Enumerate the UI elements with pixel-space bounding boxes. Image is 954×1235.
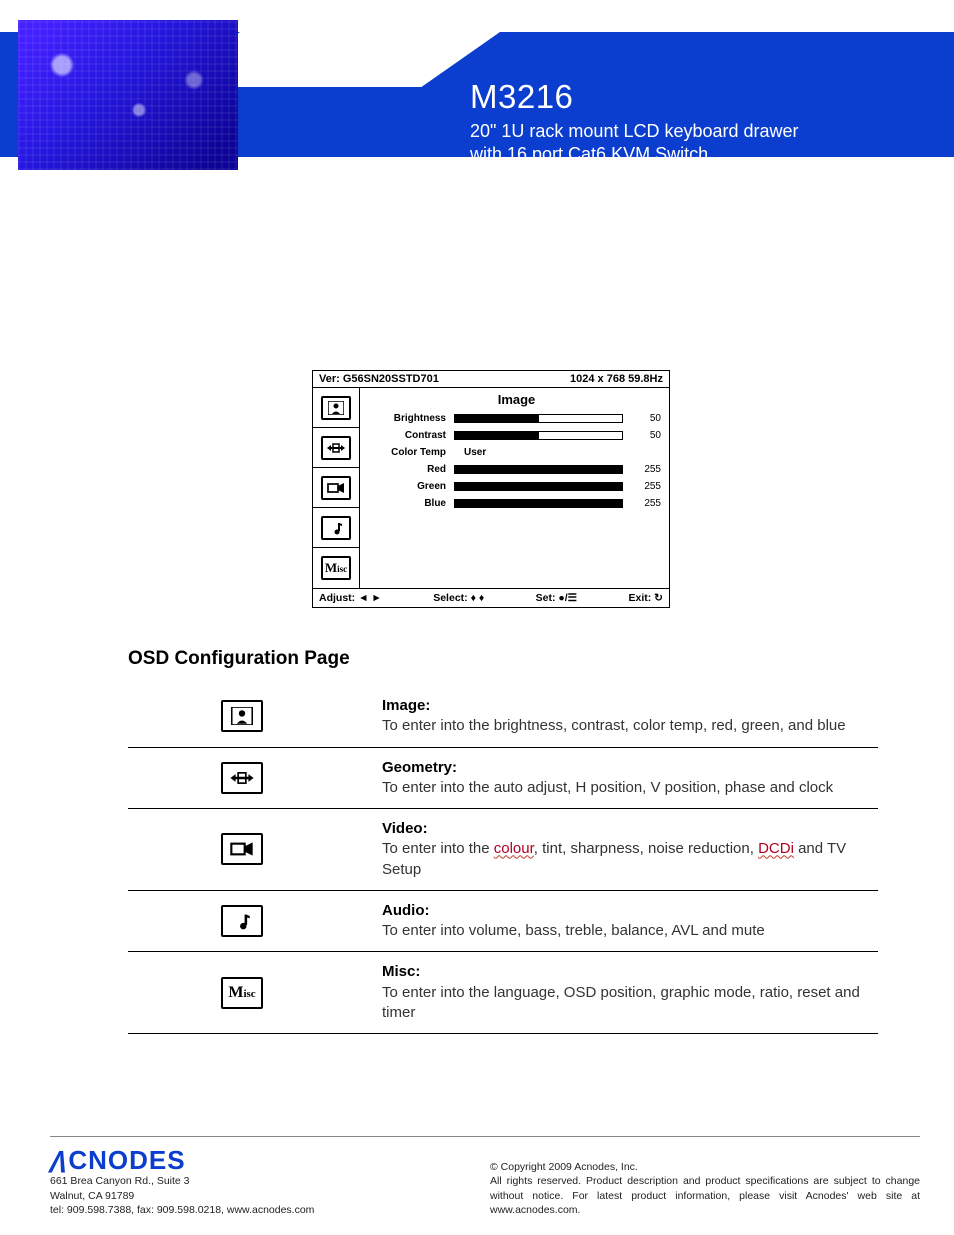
cfg-title: Video: <box>382 820 428 837</box>
osd-row-colortemp: Color Temp User <box>372 447 661 458</box>
cfg-title: Misc: <box>382 963 420 980</box>
osd-side-icons: Misc <box>313 388 360 588</box>
cfg-word-dcdi: DCDi <box>758 840 794 857</box>
cfg-row-video: Video: To enter into the colour, tint, s… <box>128 809 878 891</box>
misc-icon[interactable]: Misc <box>321 556 351 580</box>
blue-slider[interactable] <box>454 499 623 508</box>
osd-settings: Image Brightness 50 Contrast 50 Color Te… <box>360 388 669 588</box>
osd-version: Ver: G56SN20SSTD701 <box>319 373 439 385</box>
product-model: M3216 <box>470 78 573 116</box>
geometry-icon <box>221 762 263 794</box>
cfg-desc: To enter into the language, OSD position… <box>382 984 860 1021</box>
osd-resolution: 1024 x 768 59.8Hz <box>570 373 663 385</box>
green-value: 255 <box>631 481 661 492</box>
cfg-desc: To enter into the brightness, contrast, … <box>382 717 846 734</box>
section-heading: OSD Configuration Page <box>128 648 350 670</box>
geometry-icon[interactable] <box>321 436 351 460</box>
colortemp-label: Color Temp <box>372 447 446 458</box>
cfg-title: Geometry: <box>382 759 457 776</box>
osd-hint-set: Set: ●/☰ <box>536 592 577 604</box>
osd-row-contrast: Contrast 50 <box>372 430 661 441</box>
audio-icon[interactable] <box>321 516 351 540</box>
cfg-desc-pre: To enter into the <box>382 840 494 857</box>
footer-copyright: © Copyright 2009 Acnodes, Inc. All right… <box>490 1160 920 1217</box>
footer-addr2: Walnut, CA 91789 <box>50 1190 134 1202</box>
osd-row-red: Red 255 <box>372 464 661 475</box>
contrast-value: 50 <box>631 430 661 441</box>
image-icon[interactable] <box>321 396 351 420</box>
audio-icon <box>221 905 263 937</box>
osd-top-bar: Ver: G56SN20SSTD701 1024 x 768 59.8Hz <box>313 371 669 388</box>
red-value: 255 <box>631 464 661 475</box>
brand-logo: ΛCNODES <box>50 1145 314 1176</box>
osd-footer-hints: Adjust: ◄ ► Select: ♦ ♦ Set: ●/☰ Exit: ↻ <box>313 588 669 607</box>
cfg-row-audio: Audio: To enter into volume, bass, trebl… <box>128 891 878 953</box>
footer-left: ΛCNODES 661 Brea Canyon Rd., Suite 3 Wal… <box>50 1145 314 1217</box>
osd-row-green: Green 255 <box>372 481 661 492</box>
osd-hint-select: Select: ♦ ♦ <box>433 592 484 604</box>
red-label: Red <box>372 464 446 475</box>
green-slider[interactable] <box>454 482 623 491</box>
osd-panel-title: Image <box>372 392 661 407</box>
green-label: Green <box>372 481 446 492</box>
copyright-text: All rights reserved. Product description… <box>490 1175 920 1215</box>
osd-hint-exit: Exit: ↻ <box>629 592 663 604</box>
cfg-row-misc: Misc Misc: To enter into the language, O… <box>128 952 878 1034</box>
footer-rule <box>50 1136 920 1137</box>
brightness-slider[interactable] <box>454 414 623 423</box>
page-header: M3216 20" 1U rack mount LCD keyboard dra… <box>0 0 954 170</box>
copyright-line: © Copyright 2009 Acnodes, Inc. <box>490 1161 638 1173</box>
contrast-slider[interactable] <box>454 431 623 440</box>
osd-hint-adjust: Adjust: ◄ ► <box>319 592 382 604</box>
cfg-title: Audio: <box>382 902 429 919</box>
video-icon[interactable] <box>321 476 351 500</box>
product-description-line1: 20" 1U rack mount LCD keyboard drawer <box>470 121 799 141</box>
blue-label: Blue <box>372 498 446 509</box>
page-footer: ΛCNODES 661 Brea Canyon Rd., Suite 3 Wal… <box>50 1136 920 1217</box>
osd-row-blue: Blue 255 <box>372 498 661 509</box>
image-icon <box>221 700 263 732</box>
footer-addr3: tel: 909.598.7388, fax: 909.598.0218, ww… <box>50 1204 314 1216</box>
brightness-label: Brightness <box>372 413 446 424</box>
cfg-row-image: Image: To enter into the brightness, con… <box>128 686 878 748</box>
osd-panel: Ver: G56SN20SSTD701 1024 x 768 59.8Hz Mi… <box>312 370 670 608</box>
contrast-label: Contrast <box>372 430 446 441</box>
colortemp-value[interactable]: User <box>454 447 486 458</box>
video-icon <box>221 833 263 865</box>
cfg-desc: To enter into volume, bass, treble, bala… <box>382 922 765 939</box>
header-texture-image <box>18 20 238 170</box>
cfg-title: Image: <box>382 697 430 714</box>
red-slider[interactable] <box>454 465 623 474</box>
brand-text: CNODES <box>68 1145 185 1175</box>
footer-addr1: 661 Brea Canyon Rd., Suite 3 <box>50 1175 190 1187</box>
product-description: 20" 1U rack mount LCD keyboard drawer wi… <box>470 120 799 165</box>
blue-value: 255 <box>631 498 661 509</box>
cfg-desc: To enter into the auto adjust, H positio… <box>382 779 833 796</box>
product-description-line2: with 16 port Cat6 KVM Switch <box>470 144 708 164</box>
osd-row-brightness: Brightness 50 <box>372 413 661 424</box>
cfg-row-geometry: Geometry: To enter into the auto adjust,… <box>128 748 878 810</box>
cfg-desc-mid: , tint, sharpness, noise reduction, <box>534 840 758 857</box>
misc-icon: Misc <box>221 977 263 1009</box>
brightness-value: 50 <box>631 413 661 424</box>
osd-config-table: Image: To enter into the brightness, con… <box>128 686 878 1034</box>
cfg-word-colour: colour <box>494 840 534 857</box>
